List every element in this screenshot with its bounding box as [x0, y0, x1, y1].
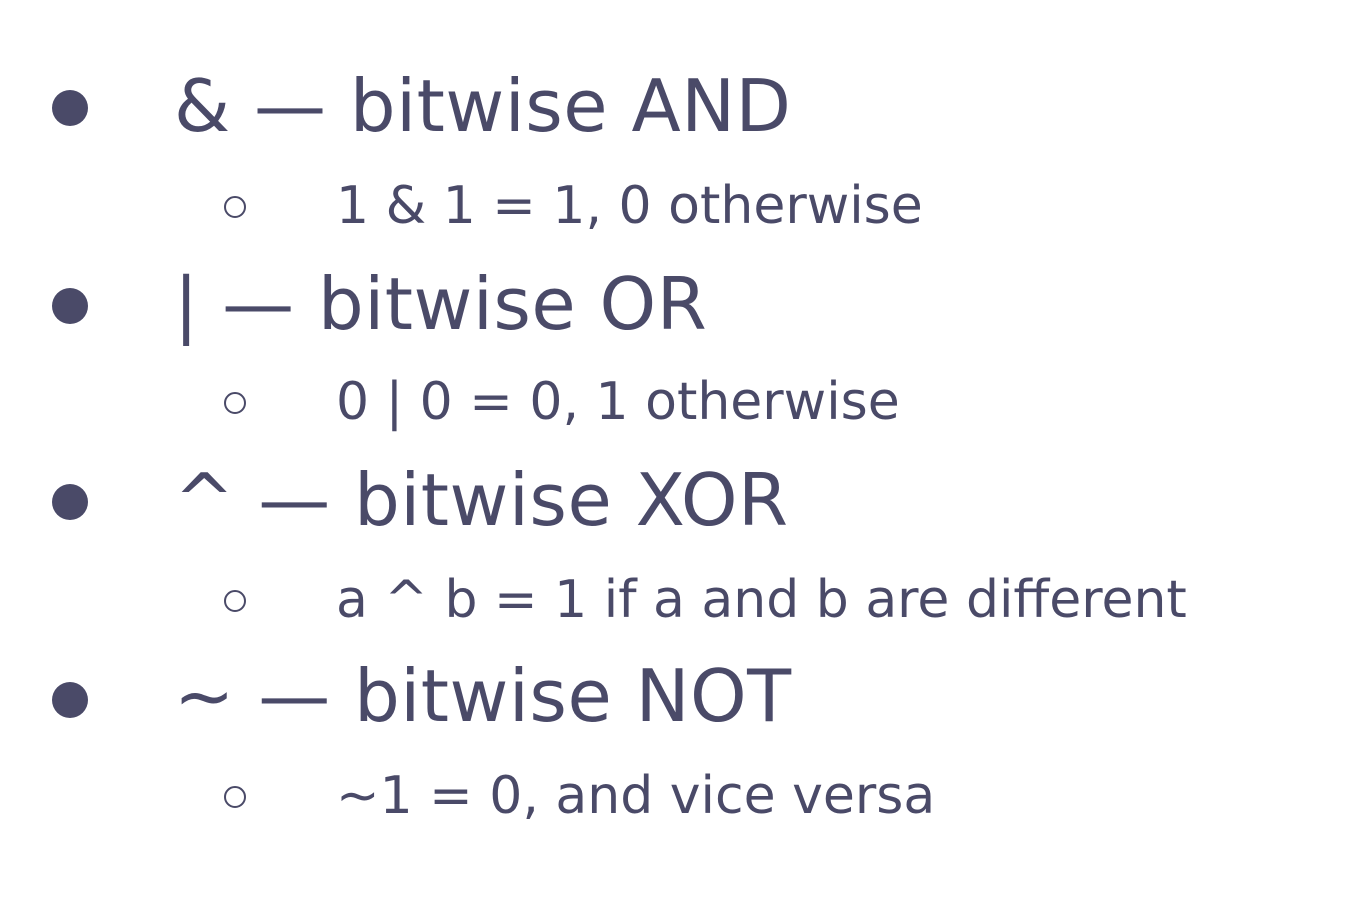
list-item-xor: ^ — bitwise XOR [174, 458, 789, 542]
bullet-dot-icon [52, 288, 88, 324]
bullet-dot-icon [52, 484, 88, 520]
list-item-or: | — bitwise OR [174, 262, 708, 346]
list-item-not: ~ — bitwise NOT [174, 654, 792, 738]
sub-item-and: 1 & 1 = 1, 0 otherwise [336, 176, 923, 236]
list-item-and: & — bitwise AND [174, 64, 792, 148]
sub-item-or: 0 | 0 = 0, 1 otherwise [336, 372, 900, 432]
sub-bullet-circle-icon [224, 590, 246, 612]
bullet-dot-icon [52, 682, 88, 718]
sub-item-xor: a ^ b = 1 if a and b are different [336, 570, 1187, 630]
sub-bullet-circle-icon [224, 392, 246, 414]
bullet-dot-icon [52, 90, 88, 126]
sub-item-not: ~1 = 0, and vice versa [336, 766, 936, 826]
slide: & — bitwise AND 1 & 1 = 1, 0 otherwise |… [0, 0, 1361, 902]
sub-bullet-circle-icon [224, 196, 246, 218]
sub-bullet-circle-icon [224, 786, 246, 808]
